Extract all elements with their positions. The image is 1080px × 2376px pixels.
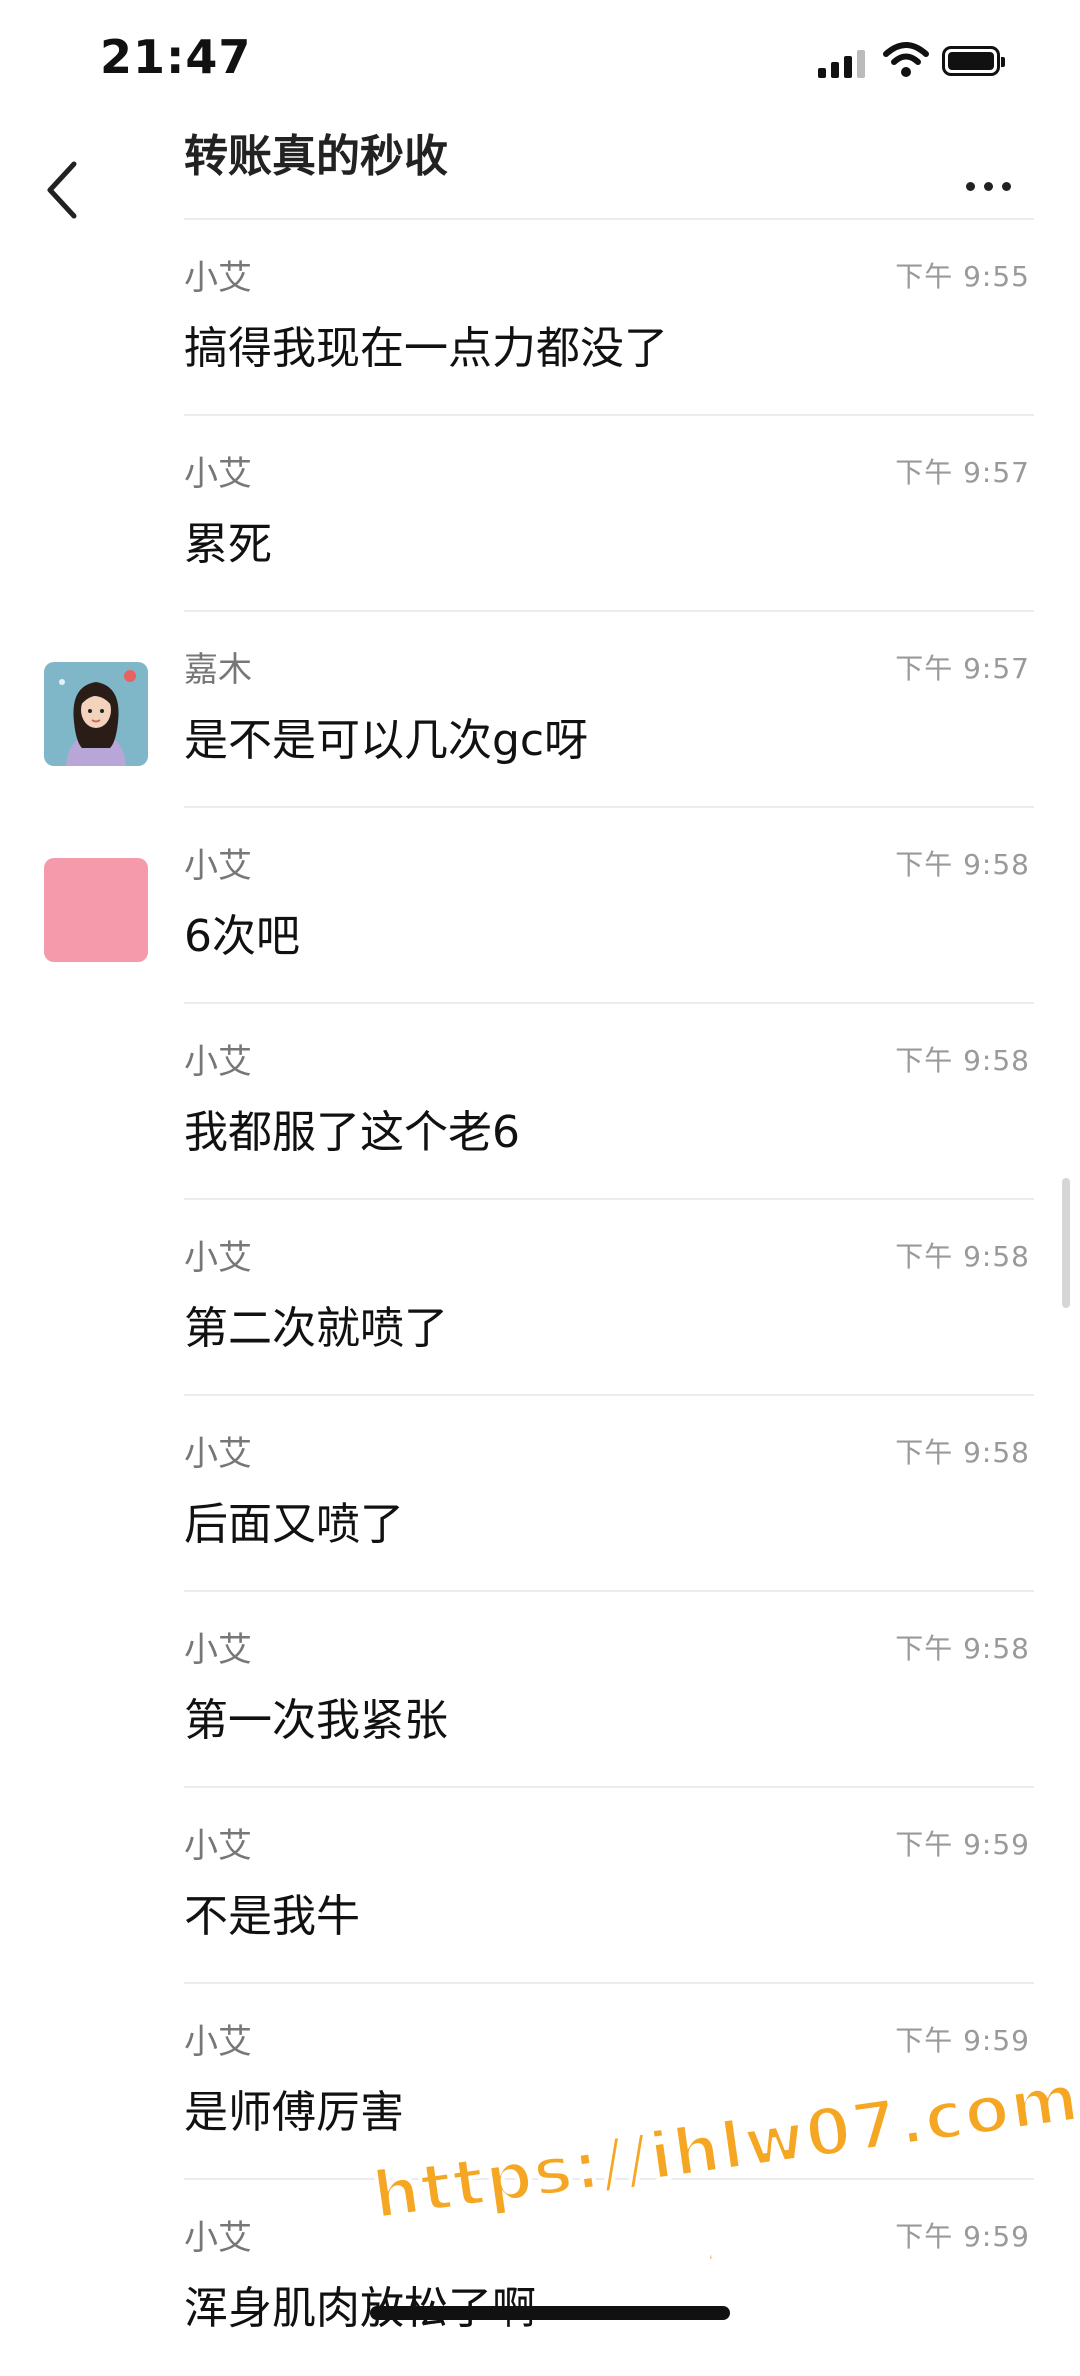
avatar[interactable] bbox=[44, 858, 148, 962]
message-text: 第一次我紧张 bbox=[184, 1695, 448, 1746]
message-item[interactable]: 小艾 下午 9:58 第一次我紧张 bbox=[0, 1592, 1080, 1788]
scrollbar[interactable] bbox=[1062, 1178, 1070, 1308]
back-button[interactable] bbox=[36, 150, 96, 230]
more-dots-icon bbox=[966, 181, 975, 191]
message-time: 下午 9:58 bbox=[895, 1632, 1030, 1665]
message-item[interactable]: 小艾 下午 9:58 6次吧 bbox=[0, 808, 1080, 1004]
message-text: 浑身肌肉放松了啊 bbox=[184, 2283, 536, 2334]
message-text: 累死 bbox=[184, 519, 272, 570]
message-sender: 小艾 bbox=[184, 2218, 252, 2258]
wifi-icon bbox=[883, 42, 929, 77]
avatar[interactable] bbox=[44, 662, 148, 766]
message-time: 下午 9:59 bbox=[895, 2024, 1030, 2057]
message-time: 下午 9:57 bbox=[895, 652, 1030, 685]
message-text: 是师傅厉害 bbox=[184, 2087, 404, 2138]
message-list: 小艾 下午 9:55 搞得我现在一点力都没了 小艾 下午 9:57 累死 嘉木 … bbox=[0, 220, 1080, 2376]
battery-icon bbox=[942, 46, 1005, 76]
chat-header: 转账真的秒收 bbox=[0, 120, 1080, 220]
message-item[interactable]: 小艾 下午 9:58 我都服了这个老6 bbox=[0, 1004, 1080, 1200]
message-time: 下午 9:59 bbox=[895, 1828, 1030, 1861]
message-text: 我都服了这个老6 bbox=[184, 1107, 520, 1158]
message-item[interactable]: 小艾 下午 9:55 搞得我现在一点力都没了 bbox=[0, 220, 1080, 416]
message-time: 下午 9:58 bbox=[895, 848, 1030, 881]
status-bar: 21:47 bbox=[0, 0, 1080, 120]
chat-title: 转账真的秒收 bbox=[184, 131, 448, 182]
message-sender: 小艾 bbox=[184, 454, 252, 494]
message-time: 下午 9:59 bbox=[895, 2220, 1030, 2253]
message-text: 不是我牛 bbox=[184, 1891, 360, 1942]
message-time: 下午 9:58 bbox=[895, 1240, 1030, 1273]
status-time: 21:47 bbox=[100, 30, 252, 84]
message-time: 下午 9:58 bbox=[895, 1436, 1030, 1469]
message-item[interactable]: 小艾 下午 9:59 浑身肌肉放松了啊 bbox=[0, 2180, 1080, 2376]
message-item[interactable]: 小艾 下午 9:59 不是我牛 bbox=[0, 1788, 1080, 1984]
message-sender: 小艾 bbox=[184, 1238, 252, 1278]
more-options-button[interactable] bbox=[966, 166, 1026, 206]
message-sender: 嘉木 bbox=[184, 650, 252, 690]
message-sender: 小艾 bbox=[184, 1630, 252, 1670]
message-text: 6次吧 bbox=[184, 911, 300, 962]
message-text: 后面又喷了 bbox=[184, 1499, 404, 1550]
message-item[interactable]: 小艾 下午 9:59 是师傅厉害 bbox=[0, 1984, 1080, 2180]
message-text: 第二次就喷了 bbox=[184, 1303, 448, 1354]
message-item[interactable]: 嘉木 下午 9:57 是不是可以几次gc呀 bbox=[0, 612, 1080, 808]
message-sender: 小艾 bbox=[184, 2022, 252, 2062]
message-sender: 小艾 bbox=[184, 258, 252, 298]
message-time: 下午 9:57 bbox=[895, 456, 1030, 489]
message-sender: 小艾 bbox=[184, 846, 252, 886]
message-sender: 小艾 bbox=[184, 1042, 252, 1082]
message-time: 下午 9:55 bbox=[895, 260, 1030, 293]
message-time: 下午 9:58 bbox=[895, 1044, 1030, 1077]
message-sender: 小艾 bbox=[184, 1826, 252, 1866]
home-indicator[interactable] bbox=[370, 2306, 730, 2320]
message-sender: 小艾 bbox=[184, 1434, 252, 1474]
cellular-signal-icon bbox=[818, 50, 866, 78]
message-text: 搞得我现在一点力都没了 bbox=[184, 323, 668, 374]
message-item[interactable]: 小艾 下午 9:57 累死 bbox=[0, 416, 1080, 612]
message-item[interactable]: 小艾 下午 9:58 第二次就喷了 bbox=[0, 1200, 1080, 1396]
message-text: 是不是可以几次gc呀 bbox=[184, 715, 589, 766]
message-item[interactable]: 小艾 下午 9:58 后面又喷了 bbox=[0, 1396, 1080, 1592]
